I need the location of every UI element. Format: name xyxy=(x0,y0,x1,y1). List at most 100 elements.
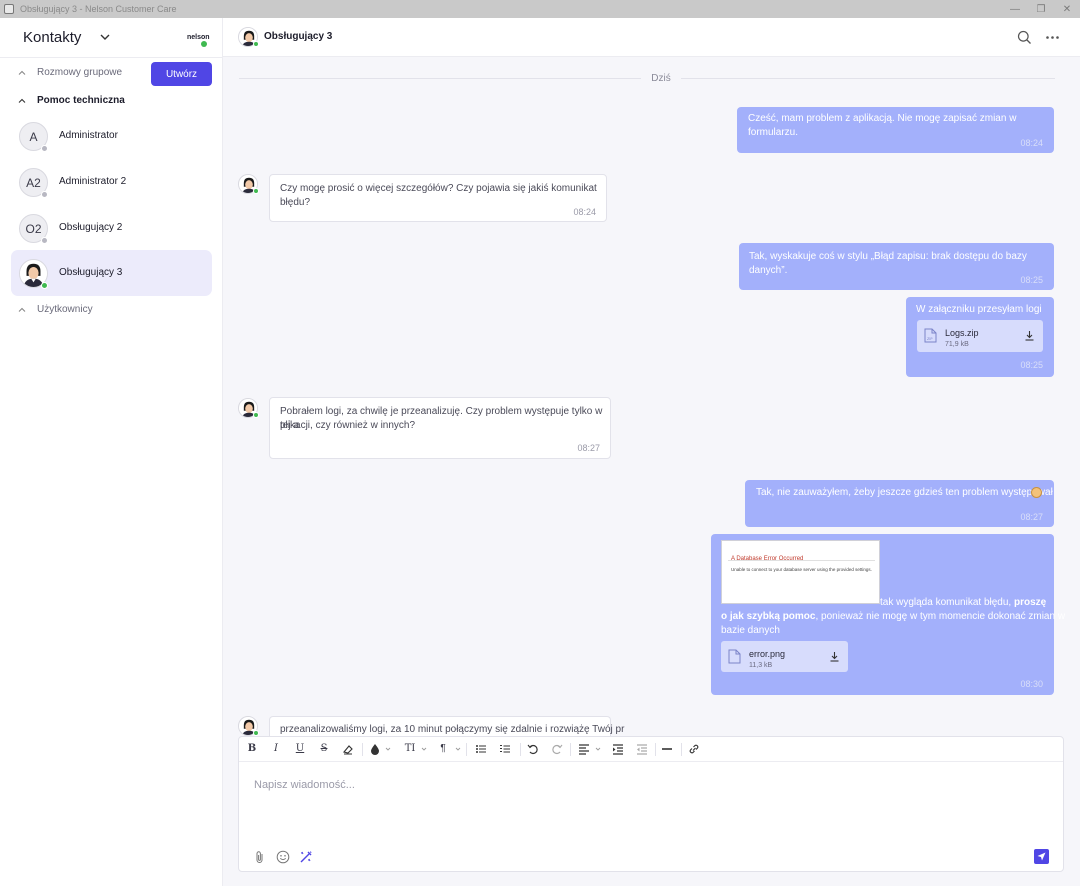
horizontal-rule-button[interactable] xyxy=(661,742,673,756)
message-text: Cześć, mam problem z aplikacją. Nie mogę… xyxy=(748,113,1017,138)
chevron-down-icon[interactable] xyxy=(455,746,461,752)
status-offline-dot xyxy=(41,237,48,244)
toolbar-divider xyxy=(681,743,682,756)
day-separator-line xyxy=(239,78,641,79)
section-label: Pomoc techniczna xyxy=(37,95,125,106)
window-titlebar: Obsługujący 3 - Nelson Customer Care — ❐… xyxy=(0,0,1080,18)
section-users[interactable]: Użytkownicy xyxy=(0,301,222,321)
chevron-down-icon[interactable] xyxy=(421,746,427,752)
section-label: Rozmowy grupowe xyxy=(37,67,123,78)
window-controls: — ❐ ✕ xyxy=(1002,0,1080,18)
download-icon[interactable] xyxy=(1024,330,1035,341)
indent-button[interactable] xyxy=(612,742,624,756)
chevron-up-icon xyxy=(18,70,26,75)
message-text: Czy mogę prosić o więcej szczegółów? Czy… xyxy=(280,183,597,208)
contact-item-administrator-2[interactable]: A2 Administrator 2 xyxy=(11,159,212,205)
message-time: 08:25 xyxy=(1020,360,1043,370)
redo-icon xyxy=(552,744,563,755)
day-separator-line xyxy=(681,78,1055,79)
message-time: 08:30 xyxy=(1020,679,1043,689)
chevron-up-icon xyxy=(18,307,26,312)
message-outgoing: Tak, nie zauważyłem, żeby jeszcze gdzieś… xyxy=(745,480,1054,527)
message-text: Tak, wyskakuje coś w stylu „Błąd zapisu:… xyxy=(749,251,1027,276)
message-time: 08:27 xyxy=(1020,512,1043,522)
close-icon[interactable]: ✕ xyxy=(1054,0,1080,18)
clear-format-button[interactable] xyxy=(342,742,354,756)
day-separator: Dziś xyxy=(651,73,671,84)
message-time: 08:24 xyxy=(573,207,596,217)
paragraph-button[interactable]: ¶ xyxy=(438,742,448,756)
message-text: o jak szybką pomoc, ponieważ nie mogę w … xyxy=(721,611,1066,622)
magic-wand-icon[interactable] xyxy=(299,850,313,864)
chat-header: Obsługujący 3 xyxy=(223,18,1080,57)
file-size: 71,9 kB xyxy=(945,341,969,348)
file-attachment[interactable]: ZIP Logs.zip 71,9 kB xyxy=(917,320,1043,352)
indent-icon xyxy=(613,744,623,755)
message-text: W załączniku przesyłam logi xyxy=(916,304,1042,315)
outdent-button[interactable] xyxy=(636,742,648,756)
more-options-icon[interactable] xyxy=(1045,30,1060,45)
search-icon[interactable] xyxy=(1017,30,1032,45)
redo-button[interactable] xyxy=(551,742,563,756)
create-group-button[interactable]: Utwórz xyxy=(151,62,212,86)
send-button[interactable] xyxy=(1034,849,1049,864)
error-screenshot-image[interactable]: A Database Error Occurred Unable to conn… xyxy=(721,540,880,604)
sidebar-divider xyxy=(0,57,222,58)
file-zip-icon: ZIP xyxy=(924,328,937,343)
chat-title: Obsługujący 3 xyxy=(264,31,333,42)
download-icon[interactable] xyxy=(829,651,840,662)
insert-link-button[interactable] xyxy=(688,742,700,756)
text-color-button[interactable] xyxy=(370,742,380,756)
message-text: bazie danych xyxy=(721,625,780,636)
align-left-icon xyxy=(579,744,589,755)
bold-button[interactable]: B xyxy=(247,742,257,756)
file-attachment[interactable]: error.png 11,3 kB xyxy=(721,641,848,672)
minimize-icon[interactable]: — xyxy=(1002,0,1028,18)
message-time: 08:25 xyxy=(1020,275,1043,285)
message-outgoing: Tak, wyskakuje coś w stylu „Błąd zapisu:… xyxy=(739,243,1054,290)
link-icon xyxy=(689,744,699,754)
message-outgoing: W załączniku przesyłam logi ZIP Logs.zip… xyxy=(906,297,1054,377)
sidebar-title[interactable]: Kontakty xyxy=(23,29,81,46)
brand-logo: nelson xyxy=(187,34,210,41)
status-offline-dot xyxy=(41,191,48,198)
file-size: 11,3 kB xyxy=(749,662,773,669)
chevron-down-icon[interactable] xyxy=(98,30,112,44)
restore-icon[interactable]: ❐ xyxy=(1028,0,1054,18)
font-size-button[interactable]: TI xyxy=(403,742,417,756)
status-offline-dot xyxy=(41,145,48,152)
status-online-dot xyxy=(253,188,259,194)
toolbar-divider xyxy=(655,743,656,756)
message-input[interactable] xyxy=(254,775,1044,795)
strikethrough-button[interactable]: S xyxy=(319,742,329,756)
status-online-dot xyxy=(41,282,48,289)
message-time: 08:27 xyxy=(577,443,600,453)
chevron-down-icon[interactable] xyxy=(385,746,391,752)
screenshot-body: Unable to connect to your database serve… xyxy=(731,567,872,572)
align-button[interactable] xyxy=(578,742,590,756)
section-support[interactable]: Pomoc techniczna xyxy=(0,92,222,112)
outdent-icon xyxy=(637,744,647,755)
undo-icon xyxy=(527,744,538,755)
contact-item-obslugujacy-2[interactable]: O2 Obsługujący 2 xyxy=(11,205,212,251)
toolbar-divider xyxy=(520,743,521,756)
window-title: Obsługujący 3 - Nelson Customer Care xyxy=(20,4,177,14)
send-icon xyxy=(1037,852,1046,861)
bullet-list-button[interactable] xyxy=(475,742,487,756)
svg-text:ZIP: ZIP xyxy=(927,337,933,341)
section-label: Użytkownicy xyxy=(37,304,93,315)
emoji-icon[interactable] xyxy=(276,850,290,864)
italic-button[interactable]: I xyxy=(271,742,281,756)
attachment-icon[interactable] xyxy=(253,850,267,864)
chevron-down-icon[interactable] xyxy=(595,746,601,752)
contact-item-administrator[interactable]: A Administrator xyxy=(11,113,212,159)
underline-button[interactable]: U xyxy=(295,742,305,756)
formatting-toolbar: B I U S TI ¶ xyxy=(239,737,1063,762)
contacts-sidebar: Kontakty nelson Rozmowy grupowe Utwórz P… xyxy=(0,18,223,886)
contact-name: Administrator xyxy=(59,130,118,141)
numbered-list-button[interactable] xyxy=(499,742,511,756)
message-text: tak wygląda komunikat błędu, proszę xyxy=(880,597,1047,608)
contact-item-obslugujacy-3[interactable]: Obsługujący 3 xyxy=(11,250,212,296)
undo-button[interactable] xyxy=(527,742,539,756)
message-incoming: Czy mogę prosić o więcej szczegółów? Czy… xyxy=(269,174,607,222)
